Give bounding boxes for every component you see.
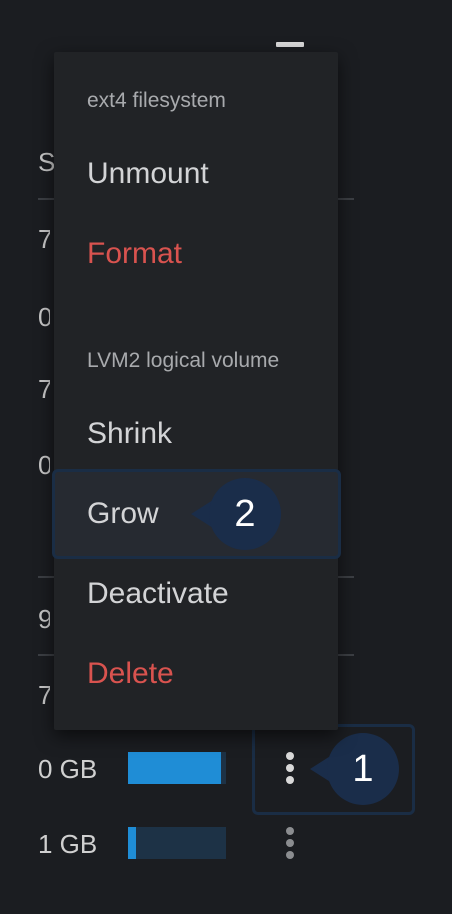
menu-item-format[interactable]: Format [87, 237, 182, 271]
size-column-header: S [38, 147, 56, 177]
menu-item-delete[interactable]: Delete [87, 657, 174, 691]
table-cell-size: 7 [38, 374, 50, 404]
menu-item-grow[interactable]: Grow [87, 497, 159, 531]
usage-bar [128, 827, 226, 859]
kebab-vertical-icon[interactable] [276, 823, 304, 863]
table-cell-size: 0 [38, 450, 50, 480]
menu-group-lvm2-logical-volume: LVM2 logical volume [87, 349, 280, 372]
actions-dropdown-menu: ext4 filesystem Unmount Format LVM2 logi… [54, 52, 338, 730]
table-cell-size: 0 GB [38, 754, 98, 784]
menu-item-shrink[interactable]: Shrink [87, 417, 172, 451]
table-cell-size: 9 [38, 604, 50, 634]
table-cell-size: 7 [38, 224, 50, 254]
menu-item-unmount[interactable]: Unmount [87, 157, 209, 191]
usage-bar-fill [128, 827, 136, 859]
header-bar-mark [276, 42, 304, 47]
table-cell-size: 7 [38, 680, 50, 710]
step-1-callout: 1 [327, 733, 399, 805]
table-cell-size: 0 [38, 302, 50, 332]
kebab-vertical-icon[interactable] [276, 748, 304, 788]
usage-bar [128, 752, 226, 784]
menu-group-ext4-filesystem: ext4 filesystem [87, 89, 226, 112]
step-2-callout: 2 [209, 478, 281, 550]
storage-page: S 7 0 7 0 9 7 0 GB 1 GB 1 ext4 filesyste… [0, 0, 452, 914]
menu-item-deactivate[interactable]: Deactivate [87, 577, 229, 611]
usage-bar-fill [128, 752, 222, 784]
table-cell-size: 1 GB [38, 829, 98, 859]
